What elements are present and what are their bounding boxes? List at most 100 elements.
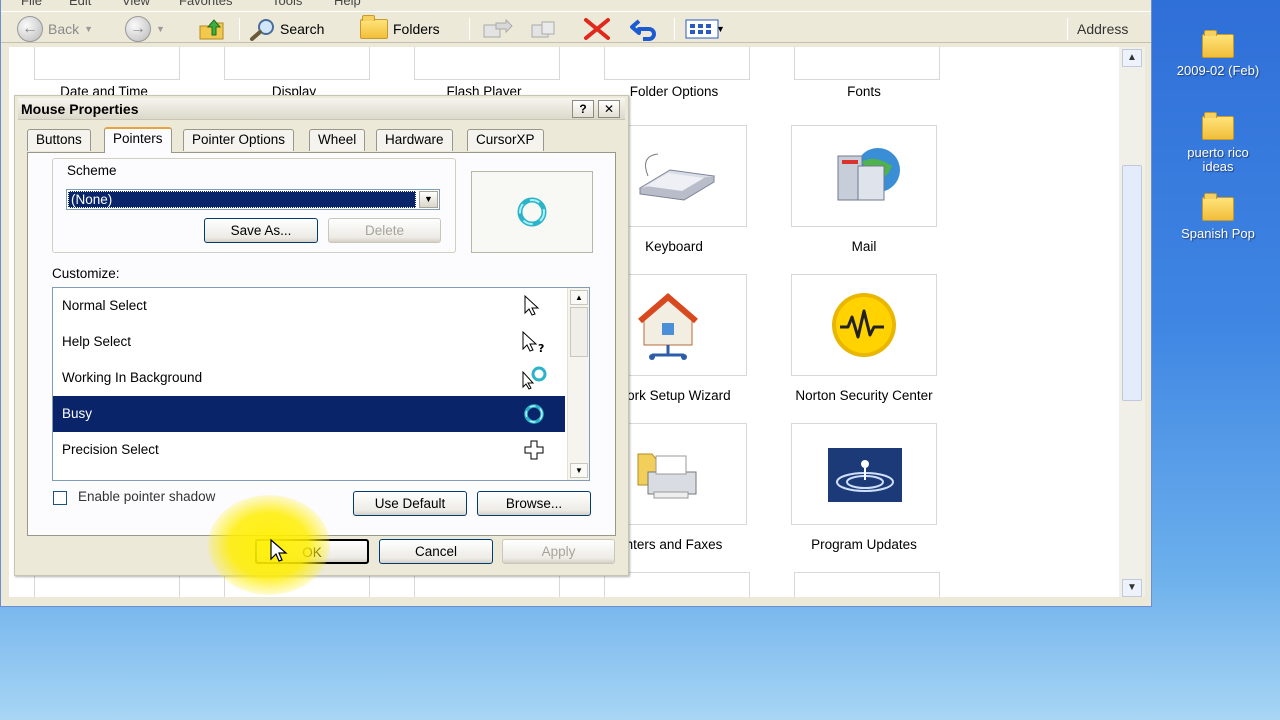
fonts-label: Fonts	[847, 84, 881, 99]
search-button[interactable]: Search	[249, 16, 324, 42]
explorer-toolbar: ← Back ▼ → ▼ Search Folders ▼ Address	[1, 11, 1151, 43]
program-updates-label: Program Updates	[811, 537, 917, 552]
forward-arrow-icon: →	[125, 16, 151, 42]
address-label: Address	[1077, 21, 1129, 37]
menu-favorites[interactable]: Favorites	[179, 0, 232, 8]
menu-bar: File Edit View Favorites Tools Help	[1, 0, 1151, 11]
scroll-up-button[interactable]: ▲	[570, 290, 588, 305]
cursor-list[interactable]: Normal Select Help Select ? Working In B…	[52, 287, 590, 481]
norton-security-item[interactable]: Norton Security Center	[769, 274, 959, 403]
help-button[interactable]: ?	[572, 100, 594, 118]
fonts-tile[interactable]	[794, 47, 940, 80]
delete-button[interactable]	[582, 16, 610, 42]
save-as-button[interactable]: Save As...	[204, 218, 318, 243]
folder-icon	[1202, 112, 1234, 140]
arrow-cursor-icon	[524, 294, 540, 316]
customize-label: Customize:	[52, 266, 120, 281]
tab-pointer-options[interactable]: Pointer Options	[183, 129, 295, 151]
desktop-folder-puerto-rico[interactable]: puerto rico ideas	[1163, 112, 1273, 174]
enable-shadow-label: Enable pointer shadow	[78, 489, 216, 504]
copy-to-icon	[530, 17, 556, 41]
folder-icon	[360, 15, 388, 39]
tab-hardware[interactable]: Hardware	[376, 129, 453, 151]
cursor-name: Busy	[62, 406, 93, 421]
scroll-up-button[interactable]: ▲	[1122, 49, 1142, 67]
scroll-thumb[interactable]	[570, 307, 588, 357]
busy-cursor-icon	[524, 404, 544, 424]
content-scrollbar[interactable]: ▲ ▼	[1119, 47, 1145, 597]
delete-scheme-button[interactable]: Delete	[328, 218, 441, 243]
views-icon	[685, 17, 719, 41]
tab-wheel[interactable]: Wheel	[309, 129, 366, 151]
undo-icon	[629, 17, 656, 41]
toolbar-separator	[239, 18, 240, 40]
busy-ring-icon	[517, 197, 547, 227]
svg-text:?: ?	[538, 342, 544, 354]
cursor-name: Normal Select	[62, 298, 147, 313]
enable-shadow-checkbox[interactable]	[53, 491, 67, 505]
delete-x-icon	[582, 17, 610, 41]
menu-file[interactable]: File	[21, 0, 42, 8]
toolbar-separator	[1067, 18, 1068, 40]
display-tile[interactable]	[224, 47, 370, 80]
mouse-properties-dialog: Mouse Properties ? ✕ Buttons Pointers Po…	[14, 95, 629, 576]
folder-options-tile[interactable]	[604, 47, 750, 80]
browse-button[interactable]: Browse...	[477, 491, 591, 516]
menu-view[interactable]: View	[122, 0, 150, 8]
desktop-folder-label: puerto rico ideas	[1187, 145, 1249, 174]
tab-buttons[interactable]: Buttons	[27, 129, 91, 151]
folders-button[interactable]: Folders	[360, 15, 440, 42]
list-scrollbar[interactable]: ▲ ▼	[567, 288, 589, 480]
dropdown-arrow-icon[interactable]: ▼	[419, 191, 438, 208]
scroll-down-button[interactable]: ▼	[570, 463, 588, 478]
mail-icon	[791, 125, 937, 227]
folder-icon	[1202, 193, 1234, 221]
folder-up-icon	[198, 17, 224, 41]
copy-to-button[interactable]	[530, 16, 556, 42]
scroll-down-button[interactable]: ▼	[1122, 579, 1142, 597]
move-to-icon	[482, 17, 513, 41]
help-cursor-icon: ?	[522, 330, 544, 354]
norton-icon	[791, 274, 937, 376]
list-item[interactable]: Precision Select	[53, 432, 565, 468]
program-updates-item[interactable]: Program Updates	[769, 423, 959, 552]
date-time-tile[interactable]	[34, 47, 180, 80]
forward-button[interactable]: → ▼	[125, 16, 165, 42]
list-item-selected[interactable]: Busy	[53, 396, 565, 432]
desktop-folder-spanish-pop[interactable]: Spanish Pop	[1163, 193, 1273, 241]
list-item[interactable]: Working In Background	[53, 360, 565, 396]
back-label: Back	[48, 21, 80, 37]
views-button[interactable]: ▼	[685, 16, 725, 42]
menu-help[interactable]: Help	[334, 0, 361, 8]
dialog-title: Mouse Properties	[21, 101, 139, 117]
cancel-button[interactable]: Cancel	[379, 539, 493, 564]
up-folder-button[interactable]	[198, 16, 224, 42]
mail-item[interactable]: Mail	[769, 125, 959, 254]
scroll-thumb[interactable]	[1122, 165, 1142, 401]
working-cursor-icon	[522, 366, 547, 390]
norton-label: Norton Security Center	[795, 388, 933, 403]
desktop-folder-label: Spanish Pop	[1181, 226, 1255, 241]
cursor-name: Working In Background	[62, 370, 203, 385]
tab-pointers[interactable]: Pointers	[104, 127, 172, 153]
move-to-button[interactable]	[482, 16, 513, 42]
use-default-button[interactable]: Use Default	[353, 491, 467, 516]
tile-partial[interactable]	[794, 572, 940, 597]
tab-cursorxp[interactable]: CursorXP	[467, 129, 544, 151]
desktop-folder-2009-02[interactable]: 2009-02 (Feb)	[1163, 30, 1273, 78]
scheme-selected-value: (None)	[68, 191, 416, 208]
toolbar-separator	[469, 18, 470, 40]
back-button[interactable]: ← Back ▼	[17, 16, 93, 42]
chevron-down-icon: ▼	[156, 24, 165, 34]
list-item[interactable]: Help Select ?	[53, 324, 565, 360]
apply-button[interactable]: Apply	[502, 539, 615, 564]
undo-button[interactable]	[629, 16, 656, 42]
search-label: Search	[280, 21, 325, 37]
scheme-dropdown[interactable]: (None) ▼	[66, 189, 440, 210]
list-item[interactable]: Normal Select	[53, 288, 565, 324]
menu-edit[interactable]: Edit	[69, 0, 91, 8]
cursor-name: Help Select	[62, 334, 132, 349]
flash-player-tile[interactable]	[414, 47, 560, 80]
menu-tools[interactable]: Tools	[272, 0, 302, 8]
close-button[interactable]: ✕	[598, 100, 620, 118]
